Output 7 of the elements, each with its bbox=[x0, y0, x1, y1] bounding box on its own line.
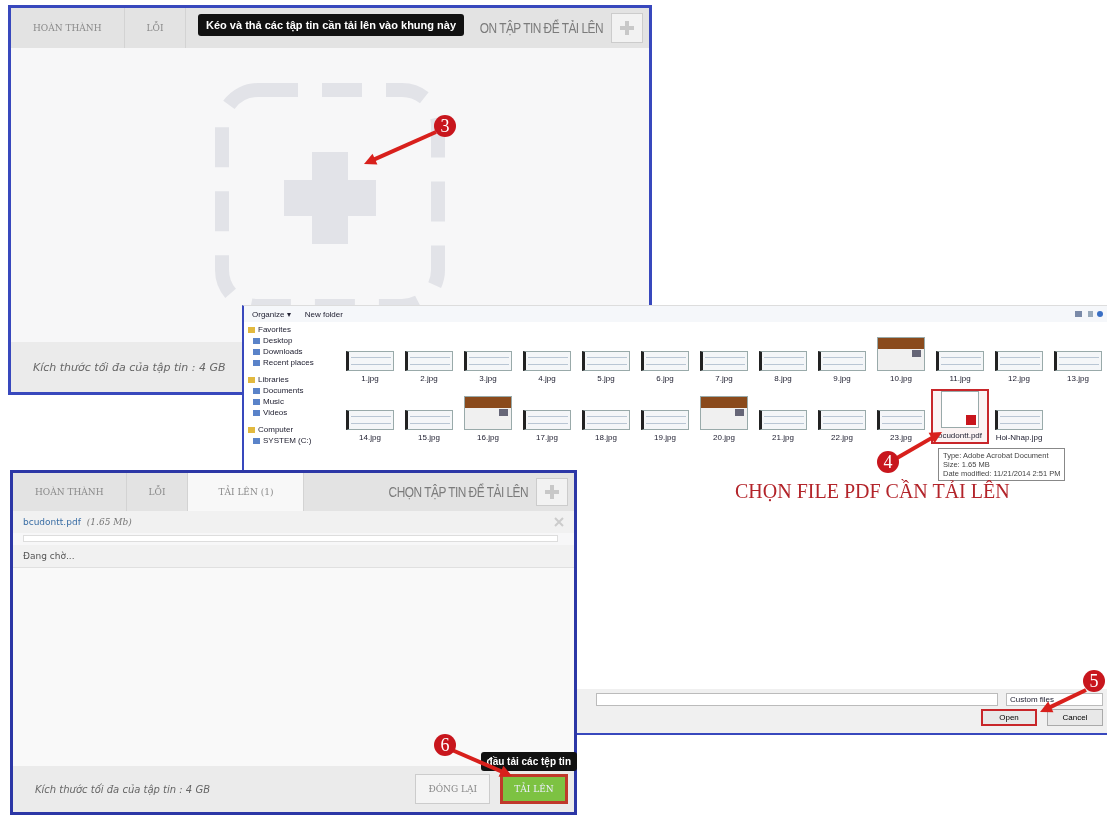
tooltip: Kéo và thả các tập tin cần tải lên vào khung này bbox=[198, 14, 464, 36]
upload-status: Đang chờ... bbox=[23, 551, 75, 561]
file-size: (1.65 Mb) bbox=[86, 517, 132, 527]
tooltip: đầu tải các tệp tin bbox=[480, 752, 577, 771]
max-size-note: Kích thước tối đa của tập tin : 4 GB bbox=[35, 783, 211, 795]
annotation-caption: CHỌN FILE PDF CẦN TẢI LÊN bbox=[735, 480, 1010, 503]
max-size-note: Kích thước tối đa của tập tin : 4 GB bbox=[33, 360, 226, 374]
